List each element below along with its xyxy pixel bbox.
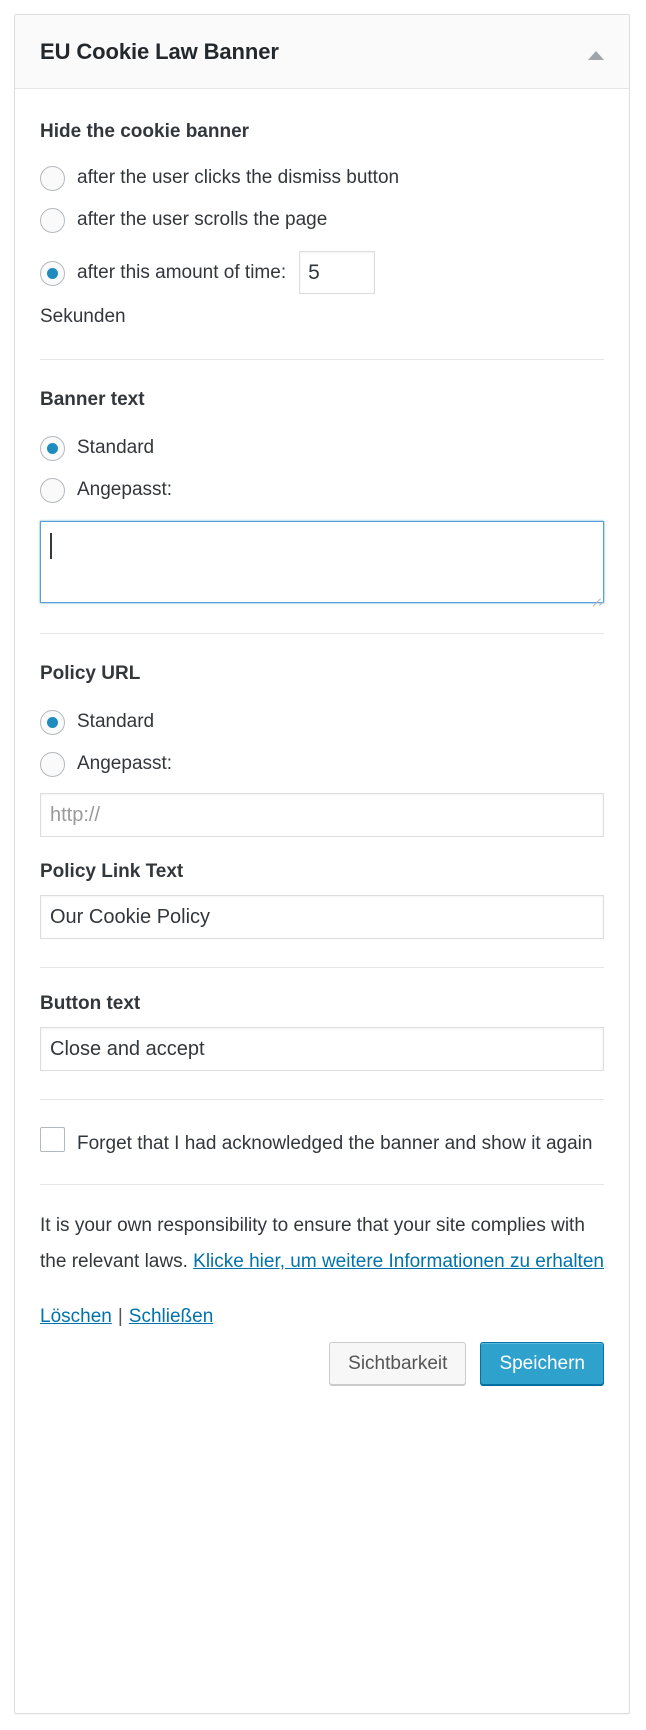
footer-separator: |	[117, 1306, 123, 1327]
forget-acknowledgement-row[interactable]: Forget that I had acknowledged the banne…	[40, 1125, 604, 1162]
save-button[interactable]: Speichern	[480, 1342, 604, 1385]
widget-header[interactable]: EU Cookie Law Banner	[15, 15, 629, 89]
policy-url-custom-label: Angepasst:	[77, 753, 173, 774]
checkbox-forget-acknowledgement[interactable]	[40, 1127, 65, 1152]
banner-text-default-label: Standard	[77, 437, 155, 458]
radio-policy-url-custom[interactable]	[40, 752, 65, 777]
button-text-heading: Button text	[40, 993, 141, 1014]
more-information-link[interactable]: Klicke hier, um weitere Informationen zu…	[193, 1251, 604, 1272]
widget-body: Hide the cookie banner after the user cl…	[15, 89, 629, 1411]
collapse-toggle-button[interactable]	[579, 39, 613, 69]
radio-hide-after-scroll[interactable]	[40, 208, 65, 233]
policy-url-default-row[interactable]: Standard	[40, 709, 604, 735]
eu-cookie-law-banner-widget: EU Cookie Law Banner Hide the cookie ban…	[14, 14, 630, 1714]
policy-link-text-heading: Policy Link Text	[40, 861, 184, 882]
banner-text-textarea-wrapper	[40, 521, 604, 607]
policy-url-custom-row[interactable]: Angepasst:	[40, 751, 604, 777]
caret-up-icon	[588, 51, 604, 60]
banner-text-custom-label: Angepasst:	[77, 479, 173, 500]
close-link[interactable]: Schließen	[129, 1306, 214, 1327]
radio-hide-after-time[interactable]	[40, 260, 65, 286]
hide-delay-seconds-input[interactable]	[299, 251, 376, 294]
banner-text-custom-row[interactable]: Angepasst:	[40, 477, 604, 503]
delete-link[interactable]: Löschen	[40, 1306, 112, 1327]
policy-url-default-label: Standard	[77, 711, 155, 732]
text-cursor	[50, 533, 52, 559]
seconds-unit-label: Sekunden	[40, 306, 126, 327]
radio-hide-after-dismiss[interactable]	[40, 166, 65, 191]
footer-links: Löschen | Schließen	[40, 1306, 604, 1328]
banner-text-textarea[interactable]	[40, 521, 604, 603]
radio-banner-text-custom[interactable]	[40, 478, 65, 503]
button-text-input[interactable]	[40, 1027, 604, 1071]
radio-banner-text-default[interactable]	[40, 436, 65, 461]
disclaimer-block: It is your own responsibility to ensure …	[40, 1208, 604, 1280]
hide-option-dismiss-label: after the user clicks the dismiss button	[77, 167, 400, 188]
hide-option-scroll-label: after the user scrolls the page	[77, 209, 328, 230]
page-title: EU Cookie Law Banner	[40, 39, 279, 64]
policy-link-text-input[interactable]	[40, 895, 604, 939]
forget-acknowledgement-label: Forget that I had acknowledged the banne…	[77, 1133, 593, 1154]
hide-option-scroll-row[interactable]: after the user scrolls the page	[40, 207, 604, 233]
banner-text-default-row[interactable]: Standard	[40, 435, 604, 461]
hide-option-dismiss-row[interactable]: after the user clicks the dismiss button	[40, 165, 604, 191]
banner-text-heading: Banner text	[40, 389, 145, 410]
hide-banner-heading: Hide the cookie banner	[40, 121, 250, 142]
hide-option-time-row[interactable]: after this amount of time:	[40, 251, 604, 294]
policy-url-input[interactable]	[40, 793, 604, 837]
radio-policy-url-default[interactable]	[40, 710, 65, 735]
visibility-button[interactable]: Sichtbarkeit	[329, 1342, 467, 1385]
hide-option-time-label: after this amount of time:	[77, 261, 287, 283]
policy-url-heading: Policy URL	[40, 663, 141, 684]
footer-button-row: Sichtbarkeit Speichern	[40, 1342, 604, 1385]
